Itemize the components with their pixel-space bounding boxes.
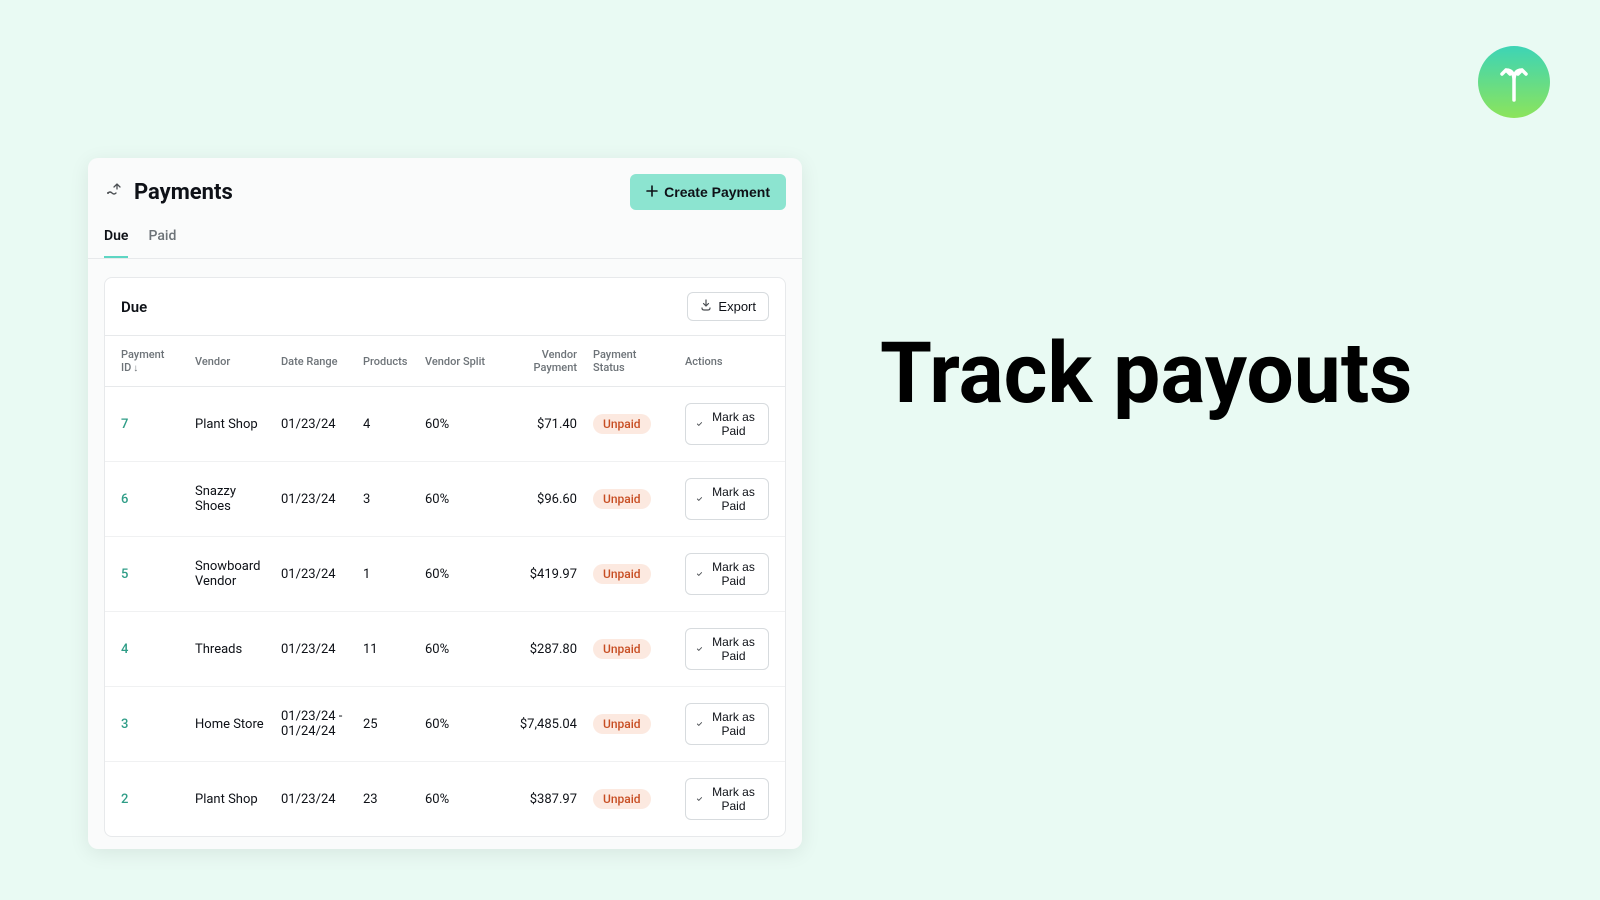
vendor-cell: Plant Shop	[187, 762, 273, 837]
products-cell: 25	[355, 687, 417, 762]
payments-table: Payment ID↓ Vendor Date Range Products V…	[105, 335, 785, 836]
date-cell: 01/23/24 - 01/24/24	[273, 687, 355, 762]
col-payment-status[interactable]: Payment Status	[585, 336, 677, 387]
sort-desc-icon: ↓	[133, 363, 138, 374]
mark-paid-button[interactable]: Mark as Paid	[685, 703, 769, 745]
payment-cell: $96.60	[495, 462, 585, 537]
export-button[interactable]: Export	[687, 292, 769, 321]
payment-id-link[interactable]: 5	[121, 567, 128, 582]
create-payment-button[interactable]: Create Payment	[630, 174, 786, 210]
brand-logo	[1478, 46, 1550, 118]
col-products[interactable]: Products	[355, 336, 417, 387]
col-vendor[interactable]: Vendor	[187, 336, 273, 387]
mark-paid-button[interactable]: Mark as Paid	[685, 553, 769, 595]
col-vendor-payment[interactable]: Vendor Payment	[495, 336, 585, 387]
check-icon	[696, 419, 703, 429]
table-row: 4 Threads 01/23/24 11 60% $287.80 Unpaid…	[105, 612, 785, 687]
payment-cell: $7,485.04	[495, 687, 585, 762]
export-icon	[700, 299, 712, 314]
products-cell: 1	[355, 537, 417, 612]
payments-panel: Payments Create Payment Due Paid Due Exp…	[88, 158, 802, 849]
payment-id-link[interactable]: 6	[121, 492, 128, 507]
col-date-range[interactable]: Date Range	[273, 336, 355, 387]
date-cell: 01/23/24	[273, 762, 355, 837]
payment-id-link[interactable]: 2	[121, 792, 128, 807]
products-cell: 4	[355, 387, 417, 462]
date-cell: 01/23/24	[273, 387, 355, 462]
products-cell: 11	[355, 612, 417, 687]
col-payment-id[interactable]: Payment ID↓	[105, 336, 187, 387]
mark-paid-button[interactable]: Mark as Paid	[685, 403, 769, 445]
status-badge: Unpaid	[593, 639, 651, 659]
split-cell: 60%	[417, 537, 495, 612]
products-cell: 23	[355, 762, 417, 837]
check-icon	[696, 494, 703, 504]
table-row: 5 Snowboard Vendor 01/23/24 1 60% $419.9…	[105, 537, 785, 612]
payment-cell: $419.97	[495, 537, 585, 612]
date-cell: 01/23/24	[273, 612, 355, 687]
payment-cell: $71.40	[495, 387, 585, 462]
table-row: 7 Plant Shop 01/23/24 4 60% $71.40 Unpai…	[105, 387, 785, 462]
table-row: 2 Plant Shop 01/23/24 23 60% $387.97 Unp…	[105, 762, 785, 837]
vendor-cell: Snowboard Vendor	[187, 537, 273, 612]
split-cell: 60%	[417, 462, 495, 537]
status-badge: Unpaid	[593, 789, 651, 809]
payment-id-link[interactable]: 3	[121, 717, 128, 732]
split-cell: 60%	[417, 387, 495, 462]
vendor-cell: Plant Shop	[187, 387, 273, 462]
payment-cell: $387.97	[495, 762, 585, 837]
mark-paid-button[interactable]: Mark as Paid	[685, 478, 769, 520]
mark-paid-button[interactable]: Mark as Paid	[685, 778, 769, 820]
tabs: Due Paid	[88, 210, 802, 259]
tab-due[interactable]: Due	[104, 228, 128, 258]
status-badge: Unpaid	[593, 414, 651, 434]
vendor-cell: Home Store	[187, 687, 273, 762]
col-vendor-split[interactable]: Vendor Split	[417, 336, 495, 387]
split-cell: 60%	[417, 762, 495, 837]
split-cell: 60%	[417, 687, 495, 762]
tab-paid[interactable]: Paid	[148, 228, 176, 258]
card-title: Due	[121, 298, 147, 316]
date-cell: 01/23/24	[273, 537, 355, 612]
col-actions: Actions	[677, 336, 785, 387]
payment-id-link[interactable]: 4	[121, 642, 128, 657]
due-card: Due Export Payment ID↓ Vendor Date Range…	[104, 277, 786, 837]
check-icon	[696, 569, 703, 579]
date-cell: 01/23/24	[273, 462, 355, 537]
status-badge: Unpaid	[593, 714, 651, 734]
payment-cell: $287.80	[495, 612, 585, 687]
table-row: 6 Snazzy Shoes 01/23/24 3 60% $96.60 Unp…	[105, 462, 785, 537]
check-icon	[696, 794, 703, 804]
headline: Track payouts	[880, 330, 1412, 418]
products-cell: 3	[355, 462, 417, 537]
vendor-cell: Snazzy Shoes	[187, 462, 273, 537]
split-cell: 60%	[417, 612, 495, 687]
status-badge: Unpaid	[593, 564, 651, 584]
check-icon	[696, 644, 703, 654]
plus-icon	[646, 184, 658, 200]
table-row: 3 Home Store 01/23/24 - 01/24/24 25 60% …	[105, 687, 785, 762]
page-title: Payments	[134, 180, 233, 205]
payments-icon	[104, 180, 124, 204]
status-badge: Unpaid	[593, 489, 651, 509]
check-icon	[696, 719, 703, 729]
payment-id-link[interactable]: 7	[121, 417, 128, 432]
vendor-cell: Threads	[187, 612, 273, 687]
mark-paid-button[interactable]: Mark as Paid	[685, 628, 769, 670]
